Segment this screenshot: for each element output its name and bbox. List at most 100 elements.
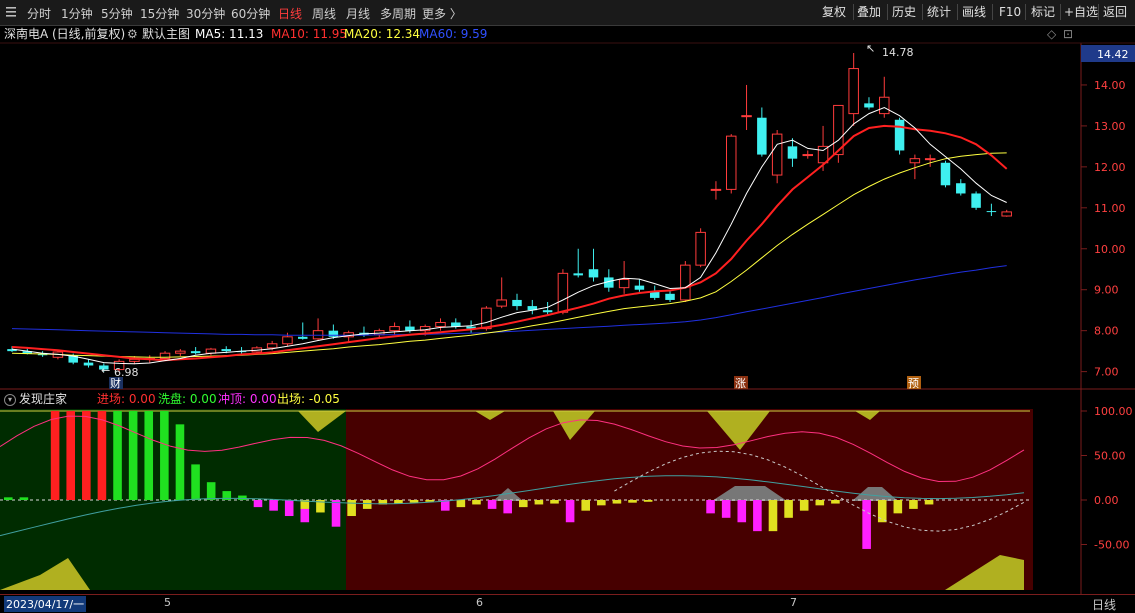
- period-indicator[interactable]: 日线: [1092, 596, 1116, 613]
- indicator-bar-出场: [893, 500, 903, 514]
- high-price-marker: 14.78: [882, 46, 914, 59]
- candle-body: [787, 146, 798, 159]
- indicator-y-label: -50.00: [1094, 539, 1129, 552]
- low-marker-arrow: ←: [101, 364, 110, 377]
- candle-body: [710, 188, 722, 191]
- indicator-bar-冲顶: [284, 500, 294, 517]
- indicator-bar-出场: [909, 500, 918, 509]
- indicator-bar-出场: [534, 500, 544, 505]
- candle-body: [266, 343, 278, 349]
- candle-body: [771, 133, 783, 176]
- indicator-bar-进场: [97, 411, 107, 500]
- candle-body: [680, 264, 691, 301]
- indicator-bar-冲顶: [721, 500, 731, 518]
- candle-body: [725, 135, 737, 190]
- current-price-value: 14.42: [1097, 48, 1129, 61]
- candle-body: [894, 119, 905, 151]
- indicator-bar-出场: [347, 500, 356, 517]
- indicator-bar-冲顶: [253, 500, 263, 508]
- y-axis-label: 11.00: [1094, 202, 1126, 215]
- date-cursor-label: 2023/04/17/一: [4, 596, 87, 612]
- indicator-bar-冲顶: [331, 500, 341, 527]
- candle-body: [864, 103, 874, 108]
- indicator-bar-冲顶: [737, 500, 747, 523]
- indicator-bar-洗盘: [160, 411, 169, 500]
- candle-body: [573, 273, 583, 276]
- indicator-bar-出场: [472, 500, 481, 505]
- candle-body: [741, 115, 752, 118]
- candle-body: [298, 336, 308, 339]
- main-candles: [7, 53, 1012, 373]
- candle-body: [221, 349, 231, 352]
- candle-body: [940, 162, 951, 186]
- indicator-bar-出场: [519, 500, 528, 508]
- y-axis-label: 13.00: [1094, 120, 1126, 133]
- y-axis-label: 7.00: [1094, 366, 1119, 379]
- indicator-bar-出场: [643, 500, 653, 502]
- finance-event-marker[interactable]: 财: [110, 376, 121, 390]
- candle-body: [190, 351, 201, 354]
- forecast-event-marker[interactable]: 预: [908, 377, 919, 390]
- indicator-y-label: 100.00: [1094, 405, 1133, 418]
- indicator-bar-洗盘: [19, 497, 29, 500]
- indicator-bar-出场: [877, 500, 887, 523]
- indicator-bar-出场: [362, 500, 372, 509]
- candle-body: [695, 231, 706, 266]
- indicator-bar-冲顶: [862, 500, 871, 549]
- candle-body: [971, 193, 981, 208]
- high-marker-arrow: ↖: [866, 42, 875, 55]
- month-label-6: 6: [476, 596, 483, 609]
- ma10-line: [11, 124, 1008, 362]
- indicator-bar-洗盘: [128, 411, 138, 500]
- indicator-bar-冲顶: [503, 500, 512, 514]
- month-label-5: 5: [164, 596, 171, 609]
- indicator-bar-冲顶: [487, 500, 497, 509]
- indicator-bar-出场: [628, 500, 637, 503]
- indicator-bar-洗盘: [175, 424, 185, 500]
- time-axis: 2023/04/17/一 5 6 7 日线: [0, 594, 1135, 613]
- candle-body: [879, 96, 890, 115]
- indicator-bar-洗盘: [4, 497, 13, 500]
- ma60-line: [11, 265, 1007, 336]
- y-axis-label: 9.00: [1094, 284, 1119, 297]
- candle-body: [956, 183, 966, 194]
- candle-body: [542, 310, 553, 313]
- y-axis-label: 8.00: [1094, 325, 1119, 338]
- candle-body: [618, 278, 630, 289]
- chart-canvas[interactable]: 7.00 8.00 9.00 10.00 11.00 12.00 13.00 14.00 10…: [0, 0, 1135, 612]
- candle-body: [512, 299, 522, 307]
- candle-body: [848, 68, 859, 115]
- indicator-bar-出场: [784, 500, 793, 518]
- indicator-bar-冲顶: [269, 500, 278, 511]
- indicator-bar-出场: [550, 500, 559, 504]
- y-axis-label: 14.00: [1094, 79, 1126, 92]
- candle-body: [924, 158, 936, 161]
- ma5-line: [11, 106, 1007, 365]
- indicator-bar-洗盘: [144, 411, 154, 500]
- candle-body: [634, 285, 645, 290]
- indicator-y-label: 0.00: [1094, 494, 1119, 507]
- candle-body: [986, 211, 997, 213]
- indicator-bar-出场: [597, 500, 606, 506]
- candle-body: [909, 158, 921, 164]
- rise-event-marker[interactable]: 涨: [735, 377, 746, 390]
- indicator-bar-进场: [82, 411, 91, 500]
- candle-body: [557, 272, 569, 313]
- indicator-bar-出场: [799, 500, 809, 511]
- y-axis-label: 12.00: [1094, 161, 1126, 174]
- indicator-bar-进场: [50, 411, 60, 500]
- indicator-bar-出场: [768, 500, 778, 532]
- candle-body: [588, 269, 599, 278]
- candle-body: [496, 299, 507, 307]
- indicator-bar-出场: [831, 500, 840, 504]
- candle-body: [175, 350, 186, 354]
- candle-body: [1001, 211, 1012, 217]
- y-axis-label: 10.00: [1094, 243, 1126, 256]
- ma20-line: [11, 152, 1007, 358]
- indicator-bar-冲顶: [753, 500, 762, 532]
- indicator-bar-洗盘: [206, 482, 216, 500]
- month-label-7: 7: [790, 596, 797, 609]
- candle-body: [328, 330, 339, 337]
- indicator-red-zone: [346, 409, 1033, 590]
- candle-body: [481, 307, 492, 330]
